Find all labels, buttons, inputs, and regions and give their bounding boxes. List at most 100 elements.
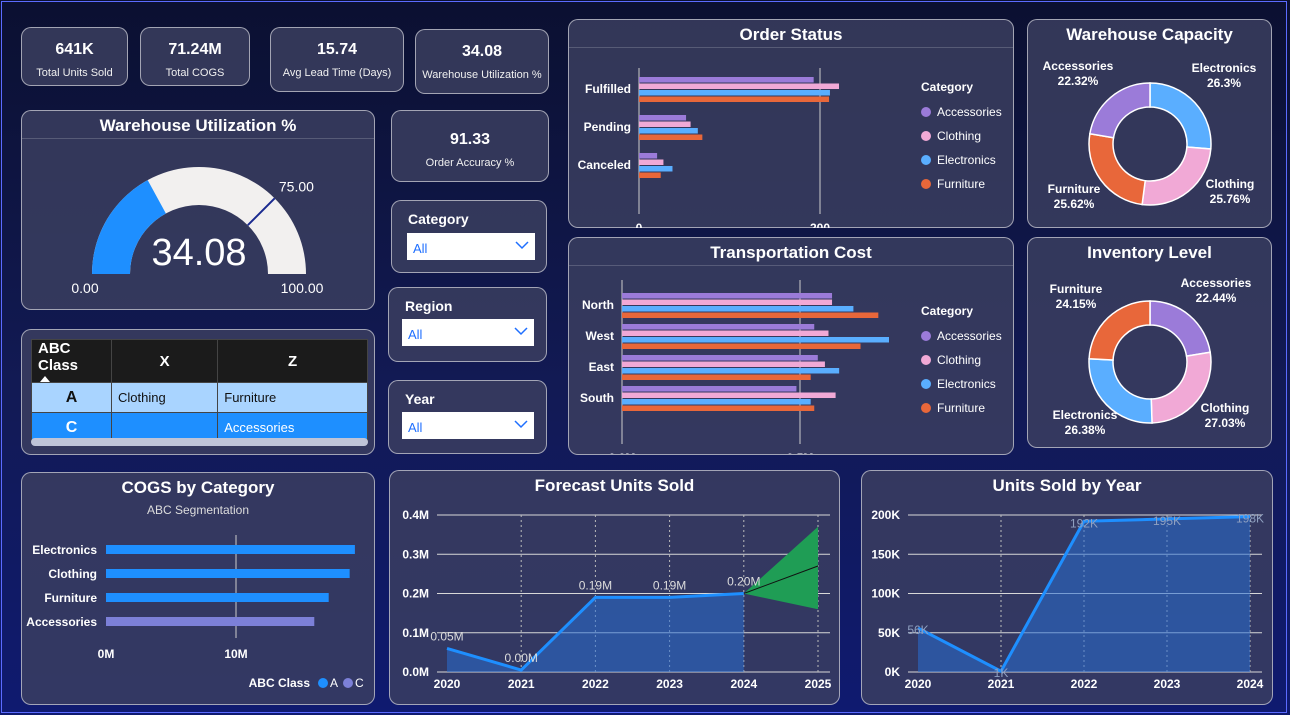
horizontal-scrollbar[interactable] [31, 438, 368, 446]
kpi-label: Order Accuracy % [425, 157, 515, 169]
chart-title: Order Status [569, 20, 1013, 48]
gauge-target-label: 75.00 [279, 178, 314, 194]
kpi-label: Total COGS [165, 67, 225, 79]
kpi-warehouse-utilization[interactable]: 34.08 Warehouse Utilization % [415, 29, 549, 94]
forecast-units-sold-card[interactable]: Forecast Units Sold 0.0M 0.1M 0.2M 0.3M 0.4M… [389, 470, 840, 705]
bar-electronics [106, 545, 355, 554]
table-header-row: ABC Class X Z [31, 339, 368, 383]
data-label: 192K [1070, 516, 1098, 530]
table-row[interactable]: A Clothing Furniture [31, 382, 368, 413]
kpi-total-cogs[interactable]: 71.24M Total COGS [140, 27, 250, 86]
table-cell: Clothing [110, 382, 219, 413]
x-tick-label: 2022 [582, 677, 609, 691]
bar-electronics-west [622, 337, 889, 343]
kpi-order-accuracy[interactable]: 91.33 Order Accuracy % [391, 110, 549, 182]
x-tick-label: 0.0M [609, 451, 636, 454]
chart-title: COGS by Category [121, 478, 275, 497]
chevron-down-icon [515, 241, 529, 250]
slice-name-label: Clothing [1206, 177, 1255, 191]
legend-label: Furniture [937, 401, 986, 415]
legend-swatch [921, 155, 931, 165]
chart-title: Forecast Units Sold [534, 476, 695, 495]
donut-slice-electronics [1149, 82, 1212, 150]
donut-slice-clothing [1141, 146, 1212, 206]
order-status-card[interactable]: Order Status 0 200 Fulfilled Pending Cancele… [568, 19, 1014, 228]
kpi-label: Total Units Sold [36, 67, 113, 79]
gauge-card[interactable]: Warehouse Utilization % 34.08 0.00 100.0… [21, 110, 375, 310]
bar-furniture-south [622, 405, 815, 411]
slicer-region[interactable]: Region All [388, 287, 547, 362]
warehouse-capacity-card[interactable]: Warehouse Capacity Electronics 26.3% Cloth… [1027, 19, 1272, 228]
chart-subtitle: ABC Segmentation [146, 503, 250, 517]
inventory-level-card[interactable]: Inventory Level Accessories 22.44% Clothin… [1027, 237, 1272, 448]
data-label: 0.05M [430, 629, 463, 643]
legend-swatch [921, 379, 931, 389]
slice-value-label: 25.62% [1054, 197, 1095, 211]
legend-item-clothing[interactable]: Clothing [921, 348, 1002, 372]
data-label: 0.19M [653, 578, 686, 592]
bar-furniture-fulfilled [639, 96, 830, 102]
category-label: Electronics [32, 543, 97, 557]
bar-accessories-west [622, 324, 815, 330]
chart-title: Transportation Cost [569, 238, 1013, 266]
category-label: East [589, 360, 614, 374]
legend-item-electronics[interactable]: Electronics [921, 148, 1002, 172]
bar-electronics-pending [639, 128, 698, 134]
region-dropdown[interactable]: All [402, 319, 534, 346]
legend-item-accessories[interactable]: Accessories [921, 100, 1002, 124]
category-label: North [582, 298, 614, 312]
year-dropdown[interactable]: All [402, 412, 534, 439]
category-label: Pending [584, 120, 631, 134]
x-tick-label: 2024 [1237, 677, 1264, 691]
category-label: West [586, 329, 614, 343]
transportation-cost-chart: 0.0M 0.5M North West East South [580, 280, 889, 454]
chart-title: Inventory Level [1087, 243, 1212, 262]
legend-swatch-c [343, 678, 353, 688]
data-label: 1K [994, 666, 1009, 680]
legend-item-electronics[interactable]: Electronics [921, 372, 1002, 396]
slice-value-label: 26.38% [1065, 423, 1106, 437]
slice-name-label: Furniture [1048, 182, 1101, 196]
chart-title: Warehouse Capacity [1066, 25, 1233, 44]
column-header-x[interactable]: X [110, 339, 219, 383]
kpi-label: Avg Lead Time (Days) [282, 67, 392, 79]
units-sold-by-year-card[interactable]: Units Sold by Year 0K 50K 100K 150K 200K 2020… [861, 470, 1273, 705]
x-tick-label: 2022 [1071, 677, 1098, 691]
legend-item-accessories[interactable]: Accessories [921, 324, 1002, 348]
kpi-avg-lead-time[interactable]: 15.74 Avg Lead Time (Days) [270, 27, 404, 92]
legend-item-clothing[interactable]: Clothing [921, 124, 1002, 148]
legend-item-furniture[interactable]: Furniture [921, 396, 1002, 420]
column-header-z[interactable]: Z [217, 339, 368, 383]
data-label: 0.19M [579, 578, 612, 592]
bar-clothing-fulfilled [639, 83, 840, 89]
kpi-value: 71.24M [168, 41, 222, 58]
legend-label: Clothing [937, 129, 982, 143]
legend-label: C [355, 676, 364, 690]
inventory-level-donut: Accessories22.44% Clothing27.03% Electroni… [1050, 276, 1252, 437]
area-fill [918, 516, 1250, 672]
forecast-units-sold-chart: 0.0M 0.1M 0.2M 0.3M 0.4M 2020 2021 2022 2023 2024… [402, 508, 831, 691]
kpi-total-units-sold[interactable]: 641K Total Units Sold [21, 27, 128, 86]
transportation-cost-card[interactable]: Transportation Cost 0.0M 0.5M North West Eas… [568, 237, 1014, 455]
bar-clothing-canceled [639, 159, 664, 165]
bar-accessories-east [622, 355, 818, 361]
units-sold-by-year-chart: 0K50K100K150K200K2020 2021 2022 2023 202456K… [871, 508, 1264, 691]
y-tick-label: 0.2M [402, 587, 429, 601]
category-label: Clothing [48, 567, 97, 581]
dropdown-value: All [408, 420, 423, 435]
chevron-down-icon [514, 420, 528, 429]
legend-item-furniture[interactable]: Furniture [921, 172, 1002, 196]
category-dropdown[interactable]: All [407, 233, 535, 260]
legend-title: Category [921, 80, 974, 94]
abc-class-cell: A [31, 382, 112, 413]
slicer-category[interactable]: Category All [391, 200, 547, 273]
bar-electronics-canceled [639, 166, 673, 172]
slicer-year[interactable]: Year All [388, 380, 547, 454]
data-label: 195K [1153, 514, 1181, 528]
cogs-by-category-card[interactable]: COGS by Category ABC Segmentation 0M 10M E… [21, 472, 375, 705]
bar-clothing-pending [639, 121, 691, 127]
column-header-abc-class[interactable]: ABC Class [31, 339, 112, 383]
legend-swatch [921, 331, 931, 341]
bar-electronics-fulfilled [639, 90, 830, 96]
bar-furniture-canceled [639, 172, 661, 178]
